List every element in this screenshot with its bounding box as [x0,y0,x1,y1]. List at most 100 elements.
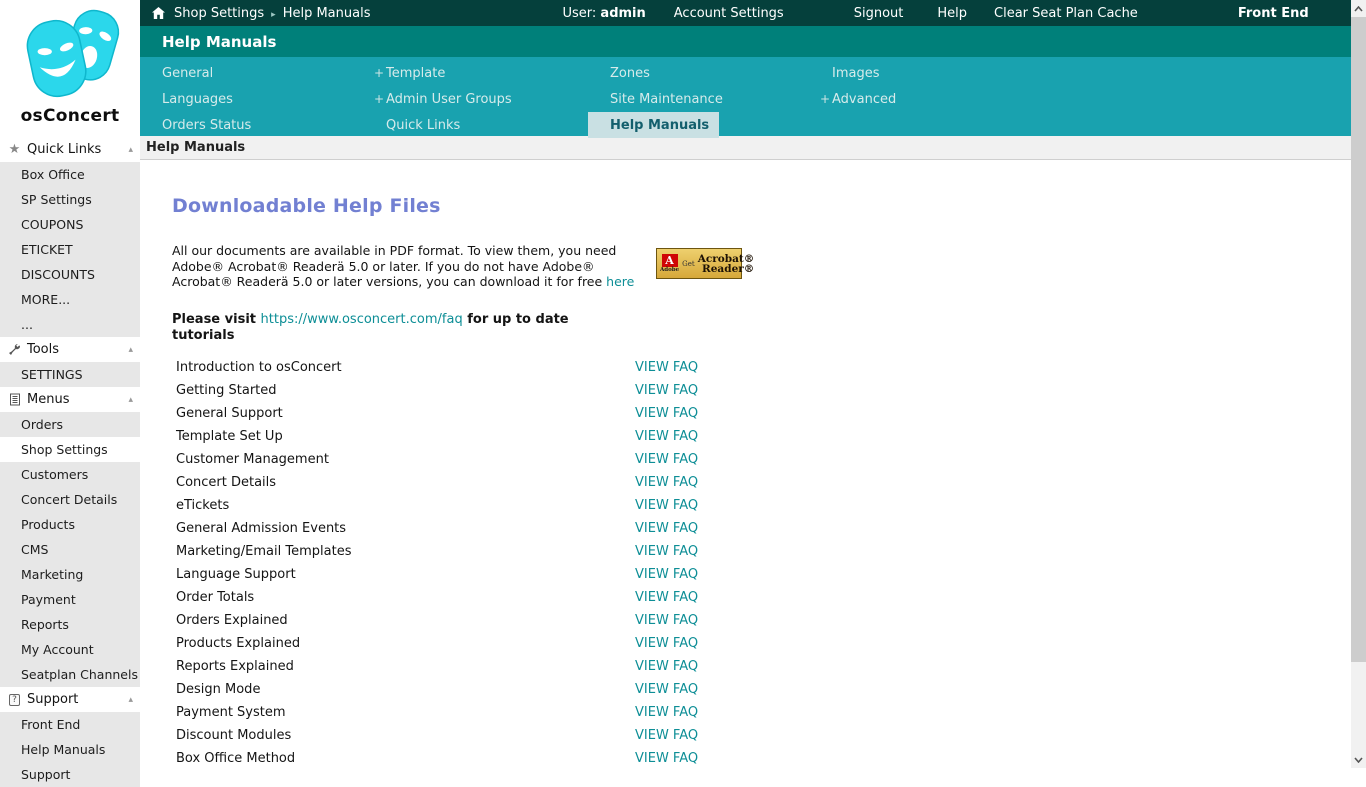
faq-notice: Please visit https://www.osconcert.com/f… [172,312,602,344]
sidebar-item-support[interactable]: Support [0,762,140,787]
view-faq-link-reports-explained[interactable]: VIEW FAQ [635,659,698,674]
view-faq-link-introduction-to-osconcert[interactable]: VIEW FAQ [635,360,698,375]
sidebar-item-box-office[interactable]: Box Office [0,162,140,187]
breadcrumb-separator-icon: ▸ [271,10,276,20]
sidebar-section-title: Quick Links [27,142,101,157]
view-faq-link-getting-started[interactable]: VIEW FAQ [635,383,698,398]
menu-item-general[interactable]: General [162,60,213,86]
sidebar-item-seatplan-channels[interactable]: Seatplan Channels [0,662,140,687]
sidebar-item-help-manuals[interactable]: Help Manuals [0,737,140,762]
view-faq-link-customer-management[interactable]: VIEW FAQ [635,452,698,467]
faq-row-introduction-to-osconcert: Introduction to osConcertVIEW FAQ [172,356,1351,379]
menu-item-admin-user-groups[interactable]: +Admin User Groups [374,86,512,112]
scroll-up-icon[interactable] [1351,0,1366,17]
main-area: Shop Settings▸Help Manuals User: admin A… [140,0,1351,768]
faq-row-products-explained: Products ExplainedVIEW FAQ [172,632,1351,655]
acrobat-reader-badge[interactable]: A Adobe Get Acrobat® Reader® [656,248,742,279]
view-faq-link-general-support[interactable]: VIEW FAQ [635,406,698,421]
sidebar-section-menus[interactable]: Menus▴ [0,387,140,412]
vertical-scrollbar[interactable] [1351,0,1366,768]
clear-seat-plan-cache-link[interactable]: Clear Seat Plan Cache [994,6,1138,21]
menu-item-quick-links[interactable]: Quick Links [374,112,460,138]
signout-link[interactable]: Signout [854,6,904,21]
sidebar-section-quick-links[interactable]: ★Quick Links▴ [0,137,140,162]
view-faq-link-etickets[interactable]: VIEW FAQ [635,498,698,513]
menu-column-2: +Template+Admin User GroupsQuick Links [374,60,610,138]
collapse-arrow-icon[interactable]: ▴ [128,345,133,355]
sidebar-item-front-end[interactable]: Front End [0,712,140,737]
view-faq-link-payment-system[interactable]: VIEW FAQ [635,705,698,720]
menu-item-label: Site Maintenance [610,92,723,107]
plus-icon: + [374,92,386,106]
view-faq-link-design-mode[interactable]: VIEW FAQ [635,682,698,697]
sidebar: osConcert ★Quick Links▴Box OfficeSP Sett… [0,0,140,768]
intro-row: All our documents are available in PDF f… [172,243,742,290]
view-faq-link-orders-explained[interactable]: VIEW FAQ [635,613,698,628]
menu-item-languages[interactable]: Languages [162,86,233,112]
sidebar-item-coupons[interactable]: COUPONS [0,212,140,237]
sidebar-item-more[interactable]: MORE... [0,287,140,312]
sidebar-item-eticket[interactable]: ETICKET [0,237,140,262]
faq-row-marketing-email-templates: Marketing/Email TemplatesVIEW FAQ [172,540,1351,563]
view-faq-link-order-totals[interactable]: VIEW FAQ [635,590,698,605]
collapse-arrow-icon[interactable]: ▴ [128,695,133,705]
sidebar-item-settings[interactable]: SETTINGS [0,362,140,387]
view-faq-link-discount-modules[interactable]: VIEW FAQ [635,728,698,743]
view-faq-link-marketing-email-templates[interactable]: VIEW FAQ [635,544,698,559]
sidebar-section-tools[interactable]: Tools▴ [0,337,140,362]
front-end-link[interactable]: Front End [1238,6,1309,21]
menu-item-advanced[interactable]: +Advanced [820,86,896,112]
faq-row-order-totals: Order TotalsVIEW FAQ [172,586,1351,609]
adobe-logo-icon: A Adobe [660,254,679,273]
menu-item-template[interactable]: +Template [374,60,445,86]
sidebar-item-item[interactable]: ... [0,312,140,337]
badge-product-name: Acrobat® Reader® [698,254,755,274]
download-here-link[interactable]: here [606,274,634,289]
sidebar-item-my-account[interactable]: My Account [0,637,140,662]
menu-item-label: Admin User Groups [386,92,512,107]
view-faq-link-language-support[interactable]: VIEW FAQ [635,567,698,582]
sidebar-item-orders[interactable]: Orders [0,412,140,437]
sidebar-item-customers[interactable]: Customers [0,462,140,487]
help-link[interactable]: Help [937,6,967,21]
sidebar-item-discounts[interactable]: DISCOUNTS [0,262,140,287]
account-settings-link[interactable]: Account Settings [674,6,784,21]
view-faq-link-box-office-method[interactable]: VIEW FAQ [635,751,698,766]
faq-item-name: Getting Started [172,383,635,398]
view-faq-link-general-admission-events[interactable]: VIEW FAQ [635,521,698,536]
sidebar-item-cms[interactable]: CMS [0,537,140,562]
scrollbar-thumb[interactable] [1351,17,1366,662]
view-faq-link-concert-details[interactable]: VIEW FAQ [635,475,698,490]
collapse-arrow-icon[interactable]: ▴ [128,145,133,155]
osconcert-faq-link[interactable]: https://www.osconcert.com/faq [261,312,463,327]
breadcrumb-item-help-manuals[interactable]: Help Manuals [283,6,371,21]
breadcrumb-items: Shop Settings ▸ Help Manuals [174,6,377,21]
scroll-down-icon[interactable] [1351,751,1366,768]
menu-item-zones[interactable]: Zones [610,60,650,86]
view-faq-link-products-explained[interactable]: VIEW FAQ [635,636,698,651]
sidebar-item-marketing[interactable]: Marketing [0,562,140,587]
menu-item-site-maintenance[interactable]: Site Maintenance [610,86,723,112]
menu-item-orders-status[interactable]: Orders Status [162,112,251,138]
sidebar-item-payment[interactable]: Payment [0,587,140,612]
sidebar-item-concert-details[interactable]: Concert Details [0,487,140,512]
faq-item-name: Design Mode [172,682,635,697]
menu-item-help-manuals[interactable]: Help Manuals [588,112,719,138]
menu-item-images[interactable]: Images [820,60,880,86]
question-icon: ? [6,694,23,706]
menu-column-4: Images+Advanced [820,60,1351,138]
faq-item-name: eTickets [172,498,635,513]
sidebar-section-support[interactable]: ?Support▴ [0,687,140,712]
sidebar-item-reports[interactable]: Reports [0,612,140,637]
breadcrumb-item-shop-settings[interactable]: Shop Settings [174,6,264,21]
sidebar-item-sp-settings[interactable]: SP Settings [0,187,140,212]
faq-item-name: Concert Details [172,475,635,490]
view-faq-link-template-set-up[interactable]: VIEW FAQ [635,429,698,444]
sidebar-item-shop-settings[interactable]: Shop Settings [0,437,140,462]
collapse-arrow-icon[interactable]: ▴ [128,395,133,405]
home-icon[interactable] [152,7,165,19]
faq-item-name: Box Office Method [172,751,635,766]
sidebar-item-products[interactable]: Products [0,512,140,537]
badge-get-label: Get [682,260,695,268]
adobe-a-glyph: A [662,254,678,267]
